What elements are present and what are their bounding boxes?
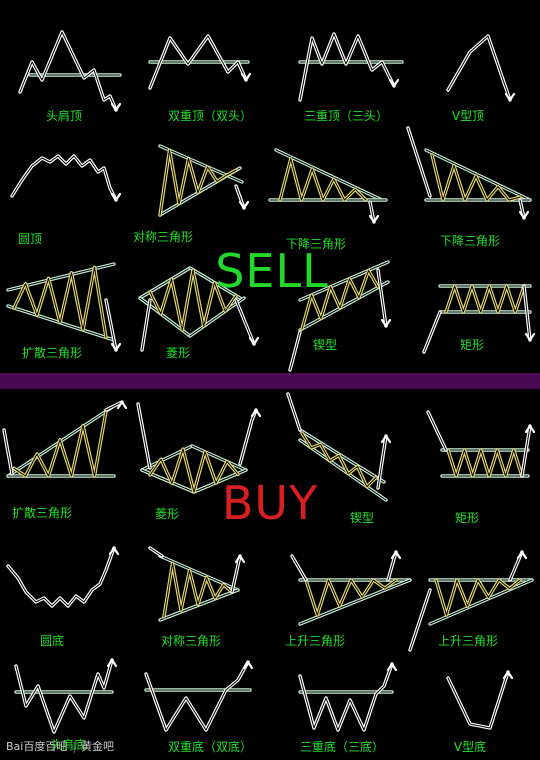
triple-top-icon [298,32,404,102]
descending-triangle-b-icon [406,126,532,220]
label-ascending-triangle-b: 上升三角形 [437,634,499,648]
label-broadening-triangle-sell: 扩散三角形 [21,346,83,360]
label-double-top: 双重顶（双头） [167,109,253,123]
label-triple-top: 三重顶（三头） [303,109,389,123]
watermark-forum: 黄金吧 [81,740,115,753]
baidu-watermark: Bai百度百吧 | 黄金吧 [6,740,115,753]
label-rectangle-sell: 矩形 [459,338,485,352]
label-symmetrical-triangle-sell: 对称三角形 [132,230,194,244]
rectangle-buy-icon [426,410,536,478]
sell-heading: SELL [215,244,329,298]
symmetrical-triangle-sell-icon [158,144,250,217]
buy-heading: BUY [221,476,319,530]
triple-bottom-icon [298,662,398,732]
rounded-bottom-icon [6,546,120,608]
v-bottom-icon [446,670,514,730]
double-top-icon [148,34,252,90]
label-descending-triangle-b: 下降三角形 [439,234,501,248]
label-wedge-buy: 锲型 [349,511,375,525]
label-triple-bottom: 三重底（三底） [299,740,385,754]
broadening-triangle-sell-icon [6,262,122,352]
label-rounded-bottom: 圆底 [39,634,65,648]
label-wedge-sell: 锲型 [312,338,338,352]
label-double-bottom: 双重底（双底） [167,740,253,754]
label-v-bottom: V型底 [453,740,487,754]
head-and-shoulders-top-icon [18,30,122,112]
label-rounded-top: 圆顶 [17,232,43,246]
label-broadening-triangle-buy: 扩散三角形 [11,506,73,520]
head-and-shoulders-bottom-icon [14,658,118,734]
sell-buy-divider [0,373,540,389]
label-diamond-sell: 菱形 [165,346,191,360]
watermark-product: 百吧 [45,740,68,753]
label-head-and-shoulders-top: 头肩顶 [45,109,83,123]
ascending-triangle-a-icon [290,550,412,626]
label-v-top: V型顶 [451,109,485,123]
label-descending-triangle-a: 下降三角形 [285,237,347,251]
label-diamond-buy: 菱形 [154,507,180,521]
baidu-logo: Bai百度 [6,740,46,753]
chart-patterns-poster: SELL BUY 头肩顶 双重顶（双头） 三重顶（三头） V型顶 圆顶 对称三角… [0,0,540,760]
label-ascending-triangle-a: 上升三角形 [284,634,346,648]
label-symmetrical-triangle-buy: 对称三角形 [160,634,222,648]
descending-triangle-a-icon [268,148,388,224]
broadening-triangle-buy-icon [2,400,128,478]
double-bottom-icon [144,660,254,732]
v-top-icon [446,34,516,102]
rounded-top-icon [10,154,122,202]
label-rectangle-buy: 矩形 [454,511,480,525]
symmetrical-triangle-buy-icon [148,546,246,622]
